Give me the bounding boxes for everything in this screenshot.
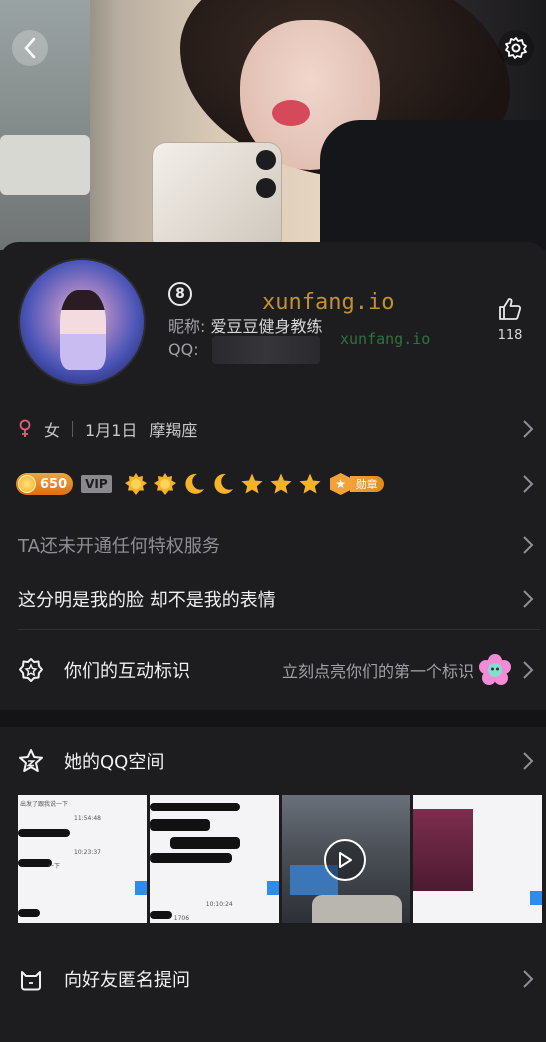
vip-badge: VIP xyxy=(81,475,112,493)
avatar[interactable] xyxy=(18,258,146,386)
section-separator xyxy=(0,710,546,727)
nickname-row: 昵称: 爱豆豆健身教练 xyxy=(168,313,323,337)
chevron-right-icon xyxy=(523,970,534,988)
qzone-thumbnail[interactable]: 10:10:24 1706 xyxy=(149,795,279,923)
chevron-right-icon xyxy=(523,661,534,679)
chevron-left-icon xyxy=(24,37,36,59)
gender-text: 女 xyxy=(44,421,61,440)
play-icon xyxy=(323,839,366,881)
signature-text: 这分明是我的脸 却不是我的表情 xyxy=(18,590,276,611)
like-button[interactable]: 118 xyxy=(490,296,530,343)
gear-icon xyxy=(505,37,527,59)
qq-label: QQ: xyxy=(168,340,199,359)
chevron-right-icon xyxy=(523,420,534,438)
thumb-text: 10:23:37 xyxy=(74,849,101,856)
back-button[interactable] xyxy=(12,30,48,66)
watermark-main: xunfang.io xyxy=(262,290,395,315)
like-count: 118 xyxy=(497,328,523,343)
interaction-label: 你们的互动标识 xyxy=(64,661,190,682)
moon-icon xyxy=(214,473,233,494)
interaction-hint: 立刻点亮你们的第一个标识 xyxy=(281,662,474,681)
privilege-text: TA还未开通任何特权服务 xyxy=(18,536,220,557)
star-outline-icon xyxy=(18,748,44,774)
nickname-label: 昵称: xyxy=(168,317,206,336)
qzone-row[interactable]: 她的QQ空间 xyxy=(0,744,546,778)
signature-row[interactable]: 这分明是我的脸 却不是我的表情 xyxy=(0,584,546,614)
basic-info-row[interactable]: 女 1月1日 摩羯座 xyxy=(0,414,546,444)
anonymous-question-row[interactable]: 向好友匿名提问 xyxy=(0,962,546,996)
moon-icon xyxy=(185,473,204,494)
female-icon xyxy=(19,419,31,437)
coin-count: 650 xyxy=(40,476,68,492)
zodiac-text: 摩羯座 xyxy=(149,421,198,440)
badge-gear-icon xyxy=(18,657,44,683)
star-icon xyxy=(299,473,321,494)
cat-face-icon xyxy=(18,966,44,992)
qzone-thumbnails: 出发了跟我说一下 11:54:48 10:23:37 一下 10:10:24 1… xyxy=(18,795,542,923)
qzone-thumbnail[interactable] xyxy=(413,795,542,923)
privilege-row[interactable]: TA还未开通任何特权服务 xyxy=(0,530,546,560)
sun-icon xyxy=(153,473,176,495)
interaction-row[interactable]: 你们的互动标识 立刻点亮你们的第一个标识 xyxy=(0,652,546,688)
medal-label: 勋章 xyxy=(349,476,384,492)
coin-badge: 650 xyxy=(16,473,74,495)
thumbs-up-icon xyxy=(499,298,522,320)
thumb-text: 1706 xyxy=(173,915,190,922)
chevron-right-icon xyxy=(523,536,534,554)
level-badge: 8 xyxy=(168,282,192,306)
qzone-label: 她的QQ空间 xyxy=(64,752,165,773)
thumb-text: 10:10:24 xyxy=(205,901,233,908)
settings-button[interactable] xyxy=(498,30,534,66)
qq-number-blurred xyxy=(212,336,320,364)
medal-badge: ★ 勋章 xyxy=(329,473,384,495)
thumb-text: 出发了跟我说一下 xyxy=(20,801,69,808)
coin-icon xyxy=(18,475,36,493)
medal-icon: ★ xyxy=(329,473,352,495)
flower-icon xyxy=(479,654,511,685)
chevron-right-icon xyxy=(523,475,534,493)
star-icon xyxy=(241,473,263,494)
qq-level-icons xyxy=(124,472,322,496)
nickname-value: 爱豆豆健身教练 xyxy=(210,317,323,336)
chevron-right-icon xyxy=(523,590,534,608)
qzone-video-thumbnail[interactable] xyxy=(281,795,411,923)
thumb-text: 11:54:48 xyxy=(74,815,101,822)
sun-icon xyxy=(124,473,147,495)
ask-label: 向好友匿名提问 xyxy=(64,970,190,991)
badges-row[interactable]: 650 VIP ★ 勋章 xyxy=(0,469,546,499)
star-icon xyxy=(270,473,292,494)
divider xyxy=(18,629,540,630)
cover-photo xyxy=(0,0,546,250)
qzone-thumbnail[interactable]: 出发了跟我说一下 11:54:48 10:23:37 一下 xyxy=(18,795,147,923)
watermark-secondary: xunfang.io xyxy=(340,330,431,348)
chevron-right-icon xyxy=(523,752,534,770)
birthday-text: 1月1日 xyxy=(85,421,138,440)
thumb-text: 一下 xyxy=(48,863,61,870)
